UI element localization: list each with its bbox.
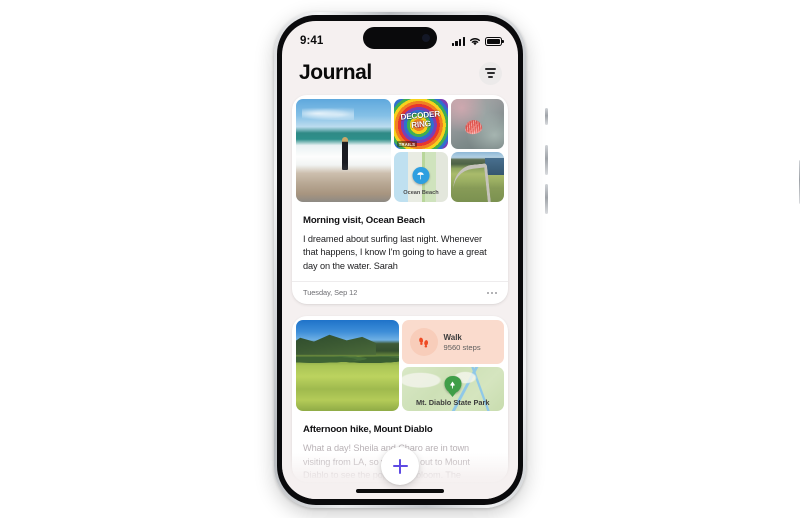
filter-sort-icon[interactable] xyxy=(479,61,502,85)
phone-bezel: 9:41 Journal DECODER RING TRAILS Ocean B… xyxy=(277,15,523,505)
entry-title: Morning visit, Ocean Beach xyxy=(303,215,425,226)
volume-down-button[interactable] xyxy=(545,184,548,214)
album-title: DECODER RING xyxy=(400,109,441,130)
entry-footer: Tuesday, Sep 12 xyxy=(292,281,508,304)
ocean-beach-map-tile[interactable]: Ocean Beach xyxy=(394,152,448,202)
wifi-icon xyxy=(470,37,480,45)
map-label: Ocean Beach xyxy=(403,190,439,196)
iphone-device-frame: 9:41 Journal DECODER RING TRAILS Ocean B… xyxy=(274,12,800,508)
home-indicator[interactable] xyxy=(356,489,444,493)
journal-entry-card[interactable]: DECODER RING TRAILS Ocean Beach Morning … xyxy=(292,95,508,305)
beach-umbrella-pin-icon xyxy=(412,167,430,184)
plus-icon xyxy=(398,458,402,474)
status-time: 9:41 xyxy=(300,35,324,47)
mt-diablo-map-tile[interactable]: Mt. Diablo State Park xyxy=(401,367,504,412)
entry-title: Afternoon hike, Mount Diablo xyxy=(303,424,433,436)
surfer-on-beach-photo[interactable] xyxy=(296,99,392,202)
status-bar: 9:41 xyxy=(282,21,518,55)
entry-date: Tuesday, Sep 12 xyxy=(303,288,358,298)
walk-text: Walk 9560 steps xyxy=(444,333,481,352)
front-camera-icon xyxy=(422,34,430,42)
entry-text: I dreamed about surfing last night. When… xyxy=(303,234,487,271)
coastal-road-photo[interactable] xyxy=(450,152,504,202)
walk-activity-widget[interactable]: Walk 9560 steps xyxy=(401,320,504,365)
cellular-signal-icon xyxy=(451,36,465,46)
silence-switch-button[interactable] xyxy=(545,108,548,125)
park-tree-pin-icon xyxy=(444,376,462,394)
phone-screen: 9:41 Journal DECODER RING TRAILS Ocean B… xyxy=(282,21,518,499)
more-options-icon[interactable] xyxy=(487,291,497,294)
seashell-shape xyxy=(464,118,483,135)
new-entry-button[interactable] xyxy=(381,447,419,485)
walk-steps: 9560 steps xyxy=(443,342,481,352)
app-header: Journal xyxy=(282,55,518,95)
entry-media-grid: Walk 9560 steps Mt. Diablo State Park xyxy=(292,316,508,415)
entry-media-grid: DECODER RING TRAILS Ocean Beach xyxy=(292,95,508,206)
surfer-figure xyxy=(341,137,348,171)
entry-body: Morning visit, Ocean Beach I dreamed abo… xyxy=(292,206,508,273)
dynamic-island xyxy=(363,27,437,49)
mount-diablo-meadow-photo[interactable] xyxy=(296,320,399,412)
album-subtitle: TRAILS xyxy=(397,141,417,147)
map-label: Mt. Diablo State Park xyxy=(415,398,490,408)
volume-up-button[interactable] xyxy=(545,145,548,175)
footprints-icon xyxy=(409,328,438,357)
page-title: Journal xyxy=(299,61,372,84)
status-indicators xyxy=(451,36,504,46)
battery-full-icon xyxy=(485,36,504,46)
journal-feed: DECODER RING TRAILS Ocean Beach Morning … xyxy=(282,95,518,483)
album-art-tile[interactable]: DECODER RING TRAILS xyxy=(394,99,448,149)
walk-title: Walk xyxy=(443,332,462,342)
seashell-on-rocks-photo[interactable] xyxy=(450,99,504,149)
